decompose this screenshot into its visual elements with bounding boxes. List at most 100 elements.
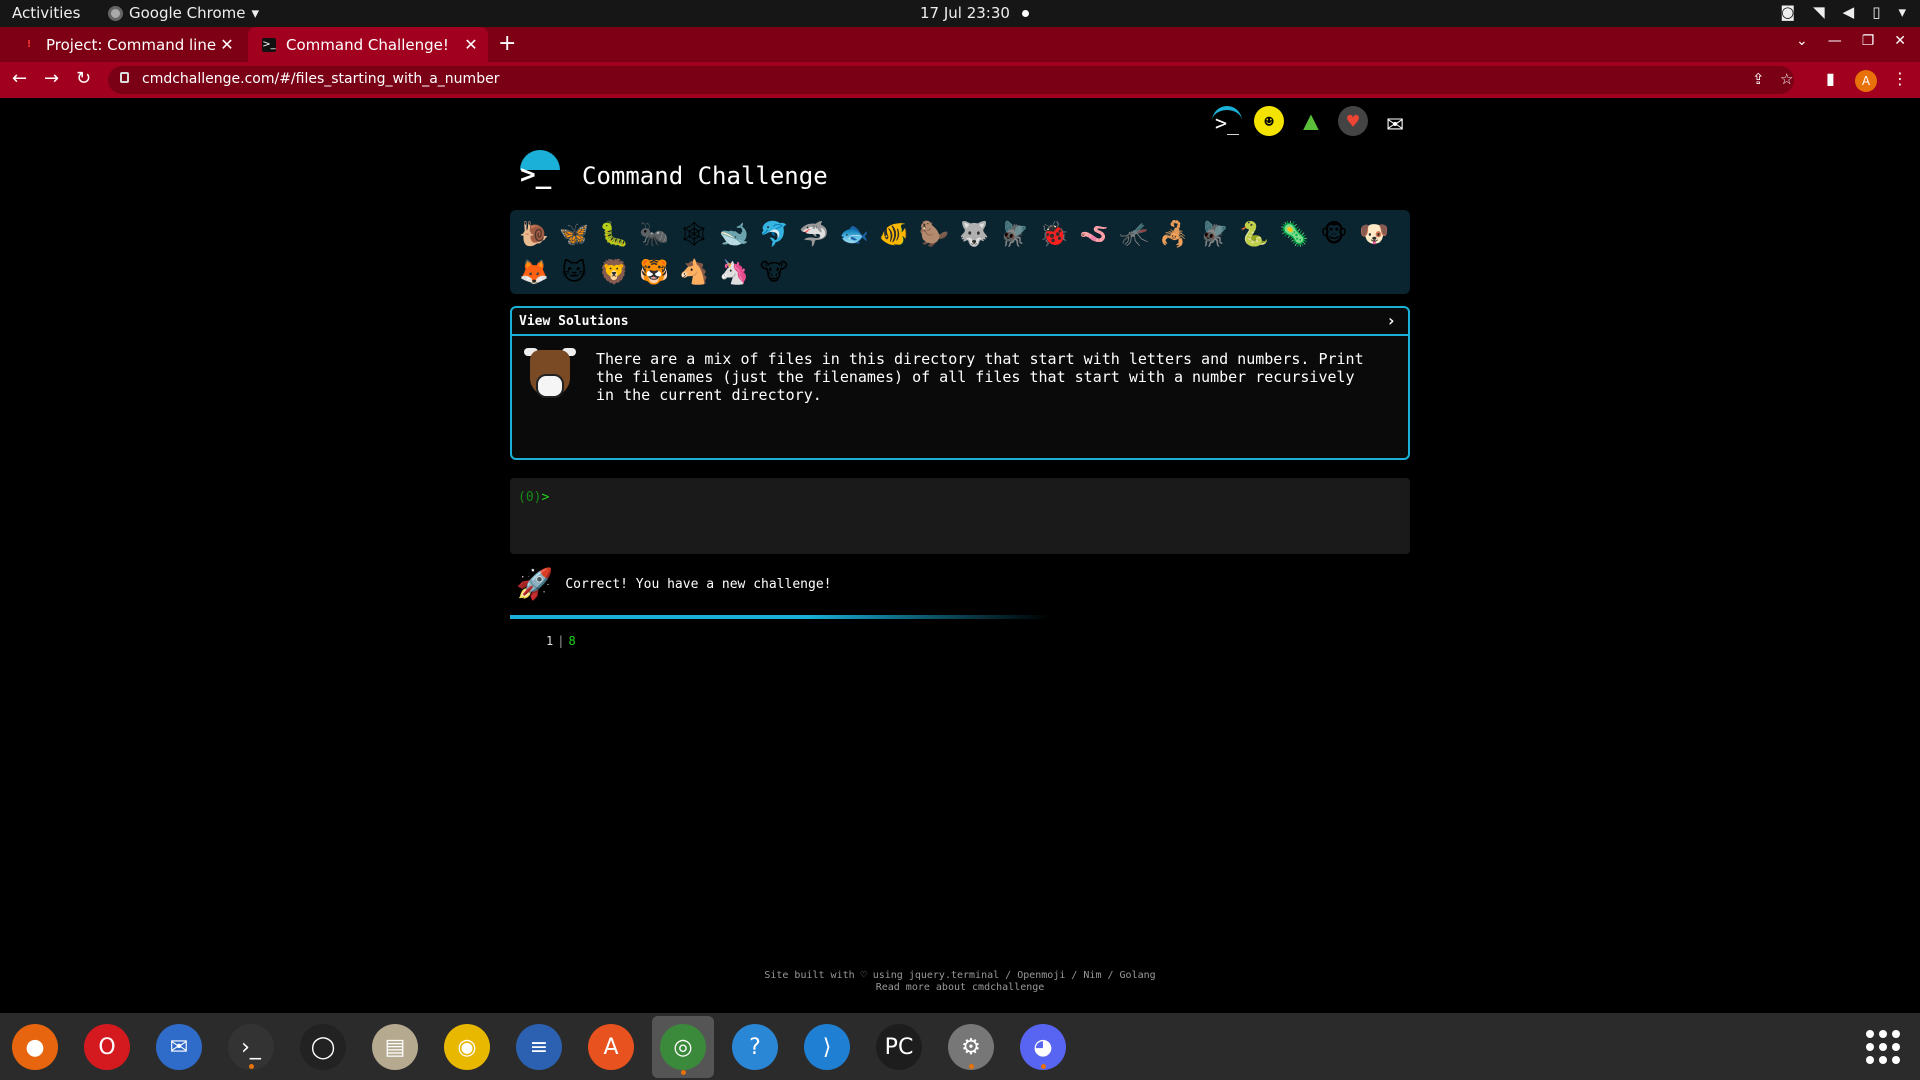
close-window-icon[interactable]: ✕ xyxy=(1894,33,1906,49)
challenge-emoji-bar: 🐌 🦋 🐛 🐜 🕸 🐋 🐬 🦈 🐟 🐠 🦫 🐺 🪰 🐞 🪱 🦟 🦂 🪰 🐍 🦠 🐵 🐶 🦊 🐱 🦁 🐯 🐴 🦄 🐮 xyxy=(510,210,1410,294)
terminal-input[interactable]: (0)> xyxy=(510,478,1410,554)
heart-icon[interactable]: ♥ xyxy=(1338,106,1368,136)
rocket-icon: 🚀 xyxy=(516,566,554,602)
profile-avatar[interactable]: A xyxy=(1855,70,1877,92)
chrome-icon[interactable]: ◎ xyxy=(652,1016,714,1078)
opera-gx-icon[interactable]: ◯ xyxy=(298,1022,348,1072)
close-tab-icon[interactable]: ✕ xyxy=(460,35,482,54)
show-apps-icon[interactable] xyxy=(1866,1030,1900,1064)
ant-icon[interactable]: 🐜 xyxy=(638,216,670,252)
tab-project[interactable]: ! Project: Command line fo ✕ xyxy=(8,27,244,62)
wifi-icon[interactable]: ◥ xyxy=(1813,3,1825,21)
minimize-icon[interactable]: — xyxy=(1828,33,1842,49)
activities-button[interactable]: Activities xyxy=(12,4,80,22)
close-tab-icon[interactable]: ✕ xyxy=(216,35,238,54)
text-editor-icon[interactable]: ≡ xyxy=(514,1022,564,1072)
terminal-favicon-icon: >_ xyxy=(262,37,276,52)
reload-icon[interactable]: ↻ xyxy=(76,68,91,89)
discord-icon[interactable]: ◕ xyxy=(1018,1022,1068,1072)
tropical-fish-icon[interactable]: 🐠 xyxy=(878,216,910,252)
snake-icon[interactable]: 🐍 xyxy=(1238,216,1270,252)
footer-credits[interactable]: Site built with ♡ using jquery.terminal … xyxy=(0,970,1920,982)
browser-toolbar: ← → ↻ cmdchallenge.com/#/files_starting_… xyxy=(0,62,1920,98)
tab-search-icon[interactable]: ⌄ xyxy=(1796,33,1808,49)
cow-icon[interactable]: 🐮 xyxy=(758,254,790,290)
tab-label: Project: Command line fo xyxy=(46,35,216,54)
snail-icon[interactable]: 🐌 xyxy=(518,216,550,252)
thunderbird-icon[interactable]: ✉ xyxy=(154,1022,204,1072)
unicorn-icon[interactable]: 🦄 xyxy=(718,254,750,290)
view-solutions-toggle[interactable]: View Solutions › xyxy=(512,308,1408,336)
dock: ● O ✉ ›_ ◯ ▤ ◉ ≡ A ◎? ⟩ PC ⚙ ◕ xyxy=(0,1013,1920,1080)
rhythmbox-icon[interactable]: ◉ xyxy=(442,1022,492,1072)
settings-icon[interactable]: ⚙ xyxy=(946,1022,996,1072)
tree-icon[interactable]: ▲ xyxy=(1296,106,1326,136)
chrome-menu-icon[interactable]: ⋮ xyxy=(1892,69,1908,88)
files-icon[interactable]: ▤ xyxy=(370,1022,420,1072)
site-logo[interactable]: >_ xyxy=(518,150,564,196)
whale-icon[interactable]: 🐋 xyxy=(718,216,750,252)
terminal-link-icon[interactable]: >_ xyxy=(1212,106,1242,136)
fox-icon[interactable]: 🦊 xyxy=(518,254,550,290)
vscode-icon[interactable]: ⟩ xyxy=(802,1022,852,1072)
tiger-icon[interactable]: 🐯 xyxy=(638,254,670,290)
view-solutions-label: View Solutions xyxy=(519,314,629,329)
bookmark-star-icon[interactable]: ☆ xyxy=(1780,70,1793,88)
fish-icon[interactable]: 🐟 xyxy=(838,216,870,252)
footer-about-link[interactable]: Read more about cmdchallenge xyxy=(0,982,1920,994)
dog-icon[interactable]: 🐶 xyxy=(1358,216,1390,252)
cursing-face-icon[interactable]: ☻ xyxy=(1254,106,1284,136)
horse-icon[interactable]: 🐴 xyxy=(678,254,710,290)
shark-icon[interactable]: 🦈 xyxy=(798,216,830,252)
wolf-icon[interactable]: 🐺 xyxy=(958,216,990,252)
address-bar[interactable]: cmdchallenge.com/#/files_starting_with_a… xyxy=(108,66,1794,94)
output-value: 8 xyxy=(568,634,576,648)
lion-icon[interactable]: 🦁 xyxy=(598,254,630,290)
notification-dot-icon xyxy=(1021,10,1029,17)
battery-icon[interactable]: ▯ xyxy=(1872,3,1880,21)
spider-web-icon[interactable]: 🕸 xyxy=(678,216,710,252)
monkey-icon[interactable]: 🐵 xyxy=(1318,216,1350,252)
challenge-description: There are a mix of files in this directo… xyxy=(596,350,1364,404)
site-footer: Site built with ♡ using jquery.terminal … xyxy=(0,970,1920,994)
running-indicator-icon xyxy=(1040,1064,1046,1069)
fly-icon[interactable]: 🪰 xyxy=(1198,216,1230,252)
url-text[interactable]: cmdchallenge.com/#/files_starting_with_a… xyxy=(142,71,499,87)
volume-icon[interactable]: ◀ xyxy=(1843,3,1855,21)
ladybug-icon[interactable]: 🐞 xyxy=(1038,216,1070,252)
firefox-icon[interactable]: ● xyxy=(10,1022,60,1072)
clock[interactable]: 17 Jul 23:30 xyxy=(920,4,1029,22)
terminal-icon[interactable]: ›_ xyxy=(226,1022,276,1072)
butterfly-icon[interactable]: 🦋 xyxy=(558,216,590,252)
output-separator: | xyxy=(557,634,565,648)
restore-icon[interactable]: ❐ xyxy=(1862,33,1875,49)
tab-command-challenge[interactable]: >_ Command Challenge! ✕ xyxy=(248,27,488,62)
power-menu-icon[interactable]: ▾ xyxy=(1898,3,1906,21)
caterpillar-icon[interactable]: 🐛 xyxy=(598,216,630,252)
scorpion-icon[interactable]: 🦂 xyxy=(1158,216,1190,252)
new-tab-button[interactable]: + xyxy=(498,31,516,56)
system-tray[interactable]: ◙ ◥ ◀ ▯ ▾ xyxy=(1781,3,1906,21)
opera-icon[interactable]: O xyxy=(82,1022,132,1072)
app-center-icon[interactable]: A xyxy=(586,1022,636,1072)
back-icon[interactable]: ← xyxy=(12,68,27,89)
forward-icon[interactable]: → xyxy=(44,68,59,89)
share-icon[interactable]: ⇪ xyxy=(1752,70,1765,88)
beaver-icon[interactable]: 🦫 xyxy=(918,216,950,252)
mosquito-icon[interactable]: 🦟 xyxy=(1118,216,1150,252)
window-controls: ⌄ — ❐ ✕ xyxy=(1796,33,1906,49)
microbe-icon[interactable]: 🦠 xyxy=(1278,216,1310,252)
pycharm-icon[interactable]: PC xyxy=(874,1022,924,1072)
mail-icon[interactable]: ✉ xyxy=(1380,105,1410,138)
tab-label: Command Challenge! xyxy=(286,35,449,54)
worm-icon[interactable]: 🪱 xyxy=(1078,216,1110,252)
app-menu-label: Google Chrome xyxy=(129,4,246,22)
cat-icon[interactable]: 🐱 xyxy=(558,254,590,290)
app-menu[interactable]: Google Chrome ▾ xyxy=(108,4,259,22)
side-panel-icon[interactable]: ▮ xyxy=(1826,69,1835,88)
dolphin-icon[interactable]: 🐬 xyxy=(758,216,790,252)
help-icon[interactable]: ? xyxy=(730,1022,780,1072)
fly-icon[interactable]: 🪰 xyxy=(998,216,1030,252)
discord-tray-icon[interactable]: ◙ xyxy=(1781,3,1796,21)
lock-icon[interactable] xyxy=(120,72,129,83)
